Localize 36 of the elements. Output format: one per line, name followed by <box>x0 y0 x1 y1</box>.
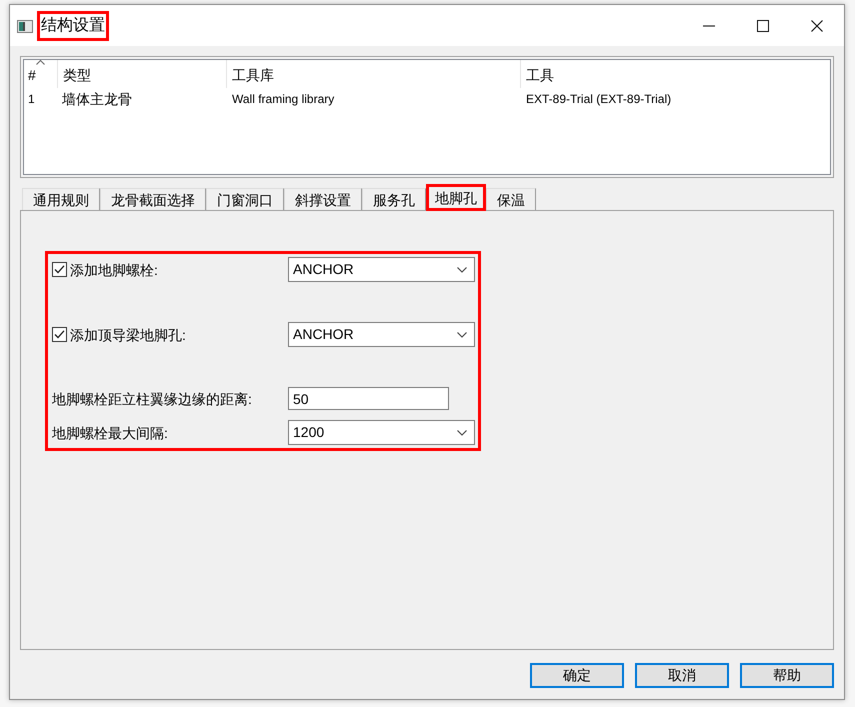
tab[interactable]: 斜撑设置 <box>284 188 362 210</box>
dropdown[interactable]: ANCHOR <box>288 322 475 347</box>
checkbox-label: 添加顶导梁地脚孔: <box>70 326 186 344</box>
field-label: 地脚螺栓距立柱翼缘边缘的距离: <box>52 390 252 408</box>
column-header[interactable]: # <box>24 60 57 88</box>
text-field[interactable]: 50 <box>288 387 449 410</box>
tab[interactable]: 服务孔 <box>362 188 426 210</box>
dialog-button[interactable]: 确定 <box>530 663 624 688</box>
window-title: 结构设置 <box>37 11 109 41</box>
dropdown[interactable]: ANCHOR <box>288 257 475 282</box>
checkbox[interactable] <box>52 262 67 277</box>
dialog-button[interactable]: 帮助 <box>740 663 834 688</box>
dialog-button[interactable]: 取消 <box>635 663 729 688</box>
field-label: 地脚螺栓最大间隔: <box>52 424 168 442</box>
app-icon <box>17 20 33 33</box>
table-cell-text: 墙体主龙骨 <box>61 90 133 109</box>
chevron-down-icon <box>457 266 467 272</box>
table-cell-text: Wall framing library <box>231 91 336 108</box>
checkbox[interactable] <box>52 327 67 342</box>
table-cell-text: 1 <box>27 91 36 108</box>
column-header[interactable]: 工具库 <box>226 60 520 88</box>
maximize-icon <box>757 20 769 32</box>
checkbox-label: 添加地脚螺栓: <box>70 260 158 280</box>
close-icon <box>811 20 823 32</box>
tab[interactable]: 龙骨截面选择 <box>100 188 206 210</box>
tab[interactable]: 保温 <box>486 188 536 210</box>
chevron-down-icon <box>457 430 467 436</box>
table-cell-text: EXT-89-Trial (EXT-89-Trial) <box>525 91 672 108</box>
dropdown[interactable]: 1200 <box>288 420 475 445</box>
tab[interactable]: 通用规则 <box>22 188 100 210</box>
column-header[interactable]: 工具 <box>520 60 830 88</box>
tab[interactable]: 门窗洞口 <box>206 188 284 210</box>
tab[interactable]: 地脚孔 <box>426 184 486 211</box>
minimize-icon <box>703 24 715 26</box>
column-header[interactable]: 类型 <box>57 60 226 88</box>
chevron-down-icon <box>457 332 467 338</box>
